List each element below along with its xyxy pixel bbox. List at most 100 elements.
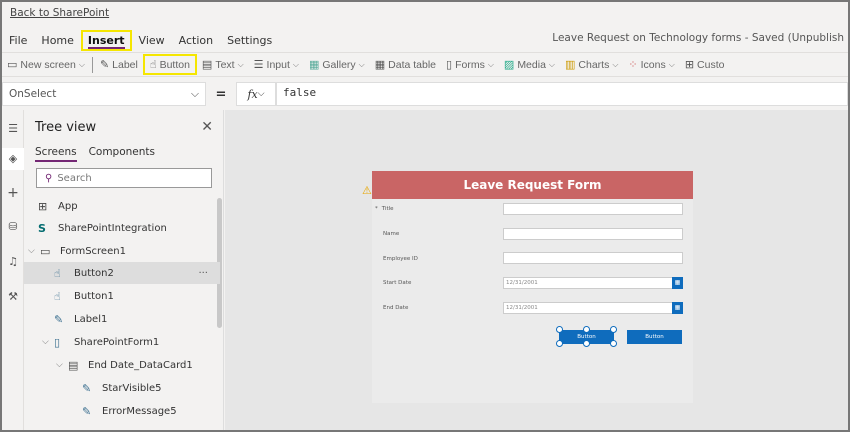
tree-node-errormessage5[interactable]: ✎ ErrorMessage5 [24, 400, 220, 422]
node-label: Button1 [74, 290, 114, 302]
label-icon: ✎ [54, 312, 64, 326]
end-date-picker[interactable]: 12/31/2001 ▦ [503, 302, 683, 314]
charts-button[interactable]: ▥ Charts ⌵ [560, 58, 623, 71]
tree-node-button1[interactable]: ☝ Button1 [24, 285, 220, 307]
media-icon[interactable]: ♫ [2, 255, 24, 268]
insert-toolbar: ▭ New screen ⌵ ✎ Label ☝ Button ▤ Text ⌵ ☰ Inpu… [2, 52, 848, 77]
text-icon: ▤ [201, 58, 213, 71]
tab-screens[interactable]: Screens [35, 146, 77, 162]
close-icon[interactable]: ✕ [201, 119, 213, 135]
node-label: FormScreen1 [60, 245, 126, 257]
button-button[interactable]: ☝ Button [142, 54, 197, 75]
new-screen-button[interactable]: ▭ New screen ⌵ [2, 58, 90, 71]
leave-request-screen[interactable]: Leave Request Form ⚠ * Title Name Employe… [362, 171, 693, 403]
label: Media [517, 58, 546, 71]
menu-view[interactable]: View [132, 34, 172, 47]
more-options-icon[interactable]: ··· [198, 268, 208, 279]
search-icon: ⚲ [45, 172, 53, 184]
equals-sign: = [215, 86, 227, 102]
warning-icon[interactable]: ⚠ [362, 184, 372, 197]
start-date-picker[interactable]: 12/31/2001 ▦ [503, 277, 683, 289]
gallery-icon: ▦ [308, 58, 320, 71]
custom-icon: ⊞ [684, 58, 695, 71]
button1[interactable]: Button [627, 330, 682, 344]
search-input[interactable]: ⚲ Search [36, 168, 212, 188]
property-dropdown[interactable]: OnSelect ⌵ [2, 82, 206, 106]
divider [91, 56, 93, 73]
tree-tabs: Screens Components [35, 146, 155, 162]
tree-node-app[interactable]: ⊞ App [24, 195, 220, 217]
text-button[interactable]: ▤ Text ⌵ [197, 58, 249, 71]
resize-handle[interactable] [556, 340, 563, 347]
sharepoint-icon: S [38, 221, 46, 235]
employee-id-input[interactable] [503, 252, 683, 264]
node-label: SharePointForm1 [74, 336, 160, 348]
tree-node-starvisible5[interactable]: ✎ StarVisible5 [24, 377, 220, 399]
custom-button[interactable]: ⊞ Custo [680, 58, 730, 71]
form-header: Leave Request Form [372, 171, 693, 199]
back-to-sharepoint-link[interactable]: Back to SharePoint [10, 7, 109, 19]
label: Text [215, 58, 235, 71]
resize-handle[interactable] [583, 340, 590, 347]
tree-node-formscreen1[interactable]: ⌵ ▭ FormScreen1 [24, 240, 220, 262]
node-label: End Date_DataCard1 [88, 359, 193, 371]
node-label: Label1 [74, 313, 108, 325]
node-label: SharePointIntegration [58, 222, 167, 234]
node-label: App [58, 200, 78, 212]
menu-home[interactable]: Home [34, 34, 80, 47]
label: Forms [455, 58, 485, 71]
icons-button[interactable]: ⁘ Icons ⌵ [623, 58, 679, 71]
label-icon: ✎ [99, 58, 110, 71]
calendar-icon[interactable]: ▦ [672, 302, 683, 314]
chevron-down-icon: ⌵ [668, 59, 675, 69]
button-icon: ☝ [54, 266, 61, 280]
tree-node-sharepointform1[interactable]: ⌵ ▯ SharePointForm1 [24, 331, 220, 353]
label: Icons [640, 58, 666, 71]
tree-node-label1[interactable]: ✎ Label1 [24, 308, 220, 330]
menu-insert[interactable]: Insert [80, 29, 132, 51]
gallery-button[interactable]: ▦ Gallery ⌵ [304, 58, 370, 71]
tools-icon[interactable]: ⚒ [2, 290, 24, 303]
screen-icon: ▭ [40, 244, 51, 258]
node-label: ErrorMessage5 [102, 405, 177, 417]
calendar-icon[interactable]: ▦ [672, 277, 683, 289]
button-icon: ☝ [149, 58, 157, 71]
design-canvas[interactable]: Leave Request Form ⚠ * Title Name Employe… [225, 110, 848, 430]
resize-handle[interactable] [610, 326, 617, 333]
field-label-name: Name [383, 231, 400, 237]
title-input[interactable] [503, 203, 683, 215]
forms-icon: ▯ [446, 58, 453, 71]
chevron-down-icon: ⌵ [191, 87, 199, 100]
media-icon: ▨ [503, 58, 515, 71]
hamburger-icon[interactable]: ☰ [2, 122, 24, 135]
media-button[interactable]: ▨ Media ⌵ [499, 58, 560, 71]
forms-button[interactable]: ▯ Forms ⌵ [441, 58, 499, 71]
label: Data table [388, 58, 437, 71]
plus-icon[interactable]: + [2, 185, 24, 201]
tree-node-sharepointintegration[interactable]: S SharePointIntegration [24, 217, 220, 239]
tree-node-end-date-datacard1[interactable]: ⌵ ▤ End Date_DataCard1 [24, 354, 220, 376]
input-button[interactable]: ☰ Input ⌵ [249, 58, 304, 71]
tree-node-button2[interactable]: ☝ Button2 ··· [24, 262, 220, 284]
field-label-start-date: Start Date [383, 280, 412, 286]
resize-handle[interactable] [610, 340, 617, 347]
data-table-button[interactable]: ▦ Data table [370, 58, 441, 71]
resize-handle[interactable] [583, 326, 590, 333]
menu-file[interactable]: File [2, 34, 34, 47]
chevron-down-icon: ⌵ [78, 59, 85, 69]
tab-components[interactable]: Components [89, 146, 155, 162]
menu-settings[interactable]: Settings [220, 34, 279, 47]
label-button[interactable]: ✎ Label [95, 58, 143, 71]
menu-insert-label: Insert [87, 33, 125, 49]
node-label: Button2 [74, 267, 114, 279]
name-input[interactable] [503, 228, 683, 240]
resize-handle[interactable] [556, 326, 563, 333]
layers-icon[interactable]: ◈ [2, 148, 24, 170]
formula-input[interactable]: false [276, 82, 848, 106]
menu-action[interactable]: Action [172, 34, 220, 47]
chevron-down-icon: ⌵ [487, 59, 494, 69]
fx-button[interactable]: fx ⌵ [236, 82, 276, 106]
label: New screen [20, 58, 76, 71]
database-icon[interactable]: ⛁ [2, 220, 24, 233]
formula-bar: OnSelect ⌵ = fx ⌵ false [2, 82, 848, 106]
